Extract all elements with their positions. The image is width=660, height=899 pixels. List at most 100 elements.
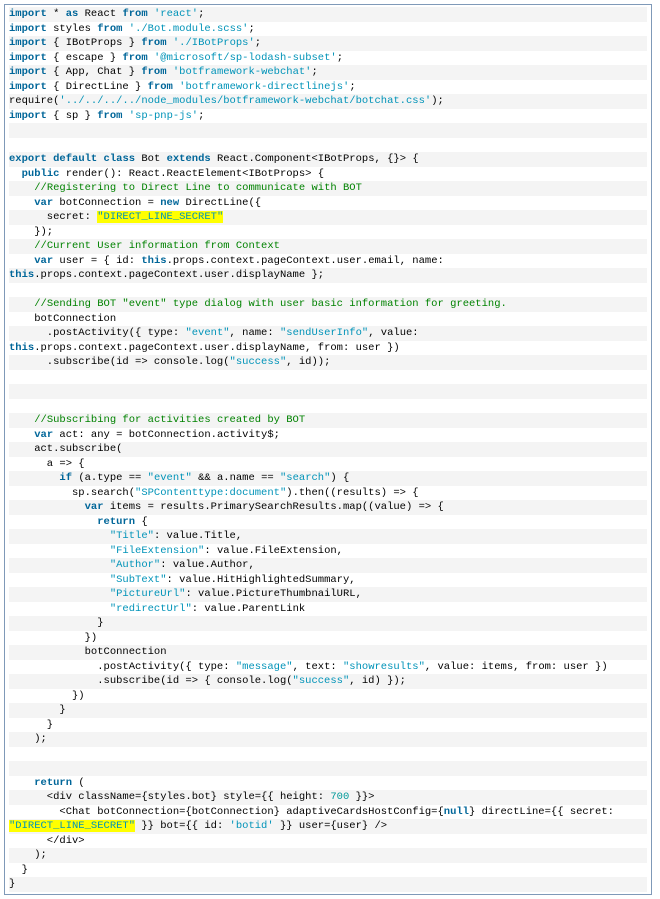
token: }): [9, 632, 97, 644]
token: { DirectLine }: [47, 81, 148, 93]
token: , value: items, from: user }): [425, 661, 608, 673]
token: "showresults": [343, 661, 425, 673]
token: "FileExtension": [110, 545, 205, 557]
token: secret:: [9, 211, 97, 223]
token: from: [122, 8, 147, 20]
token: .subscribe(id => console.log(: [9, 356, 230, 368]
token: "message": [236, 661, 293, 673]
token: , text:: [293, 661, 343, 673]
token: //Sending BOT "event" type dialog with u…: [34, 298, 507, 310]
token: [9, 501, 85, 513]
token: , value:: [368, 327, 425, 339]
token: {: [135, 516, 148, 528]
token: .props.context.pageContext.user.displayN…: [34, 342, 399, 354]
token: 'sp-pnp-js': [129, 110, 198, 122]
token: "Author": [110, 559, 160, 571]
token: [9, 603, 110, 615]
code-line: this.props.context.pageContext.user.disp…: [9, 268, 647, 283]
code-line: botConnection: [9, 645, 647, 660]
token: [9, 385, 15, 397]
code-line: secret: "DIRECT_LINE_SECRET": [9, 210, 647, 225]
token: </div>: [9, 835, 85, 847]
token: sp.search(: [9, 487, 135, 499]
token: "DIRECT_LINE_SECRET": [97, 211, 223, 223]
token: && a.name ==: [192, 472, 280, 484]
code-line: import styles from './Bot.module.scss';: [9, 22, 647, 37]
token: }: [9, 864, 28, 876]
code-line: </div>: [9, 834, 647, 849]
token: (a.type ==: [72, 472, 148, 484]
code-line: "Author": value.Author,: [9, 558, 647, 573]
token: a => {: [9, 458, 85, 470]
code-line: );: [9, 848, 647, 863]
token: 'react': [154, 8, 198, 20]
token: );: [9, 733, 47, 745]
token: [9, 197, 34, 209]
code-line: .postActivity({ type: "event", name: "se…: [9, 326, 647, 341]
token: import: [9, 23, 47, 35]
code-line: sp.search("SPContenttype:document").then…: [9, 486, 647, 501]
token: as: [66, 8, 79, 20]
code-line: if (a.type == "event" && a.name == "sear…: [9, 471, 647, 486]
code-line: //Current User information from Context: [9, 239, 647, 254]
code-line: }: [9, 616, 647, 631]
token: DirectLine({: [179, 197, 261, 209]
code-line: }: [9, 718, 647, 733]
token: var: [34, 255, 53, 267]
token: from: [148, 81, 173, 93]
token: act: any = botConnection.activity$;: [53, 429, 280, 441]
code-line: import { sp } from 'sp-pnp-js';: [9, 109, 647, 124]
token: "search": [280, 472, 330, 484]
code-line: export default class Bot extends React.C…: [9, 152, 647, 167]
token: [9, 777, 34, 789]
token: extends: [167, 153, 211, 165]
token: act.subscribe(: [9, 443, 122, 455]
token: import: [9, 37, 47, 49]
token: : value.ParentLink: [192, 603, 305, 615]
token: , id));: [286, 356, 330, 368]
token: this: [9, 269, 34, 281]
code-line: a => {: [9, 457, 647, 472]
token: [9, 516, 97, 528]
token: (: [72, 777, 85, 789]
code-line: act.subscribe(: [9, 442, 647, 457]
token: botConnection: [9, 646, 167, 658]
code-line: "DIRECT_LINE_SECRET" }} bot={{ id: 'boti…: [9, 819, 647, 834]
token: [9, 588, 110, 600]
code-line: import { IBotProps } from './IBotProps';: [9, 36, 647, 51]
token: return: [34, 777, 72, 789]
token: '../../../../node_modules/botframework-w…: [59, 95, 431, 107]
token: "success": [230, 356, 287, 368]
token: [9, 168, 22, 180]
token: }): [9, 690, 85, 702]
token: [9, 559, 110, 571]
code-line: "PictureUrl": value.PictureThumbnailURL,: [9, 587, 647, 602]
token: });: [9, 226, 53, 238]
token: : value.FileExtension,: [204, 545, 343, 557]
token: }} bot={{ id:: [135, 820, 230, 832]
code-line: [9, 283, 647, 298]
token: this: [141, 255, 166, 267]
token: from: [97, 110, 122, 122]
token: //Subscribing for activities created by …: [34, 414, 305, 426]
code-line: import { DirectLine } from 'botframework…: [9, 80, 647, 95]
token: <div className={styles.bot} style={{ hei…: [9, 791, 330, 803]
token: [9, 429, 34, 441]
code-line: [9, 399, 647, 414]
code-line: "SubText": value.HitHighlightedSummary,: [9, 573, 647, 588]
token: //Registering to Direct Line to communic…: [34, 182, 362, 194]
code-line: var act: any = botConnection.activity$;: [9, 428, 647, 443]
token: [9, 284, 15, 296]
code-line: "redirectUrl": value.ParentLink: [9, 602, 647, 617]
code-line: }: [9, 863, 647, 878]
token: var: [85, 501, 104, 513]
token: from: [97, 23, 122, 35]
token: }}>: [349, 791, 374, 803]
code-line: return {: [9, 515, 647, 530]
code-line: [9, 384, 647, 399]
code-line: );: [9, 732, 647, 747]
code-line: this.props.context.pageContext.user.disp…: [9, 341, 647, 356]
code-line: import * as React from 'react';: [9, 7, 647, 22]
token: Bot: [135, 153, 167, 165]
code-line: [9, 761, 647, 776]
